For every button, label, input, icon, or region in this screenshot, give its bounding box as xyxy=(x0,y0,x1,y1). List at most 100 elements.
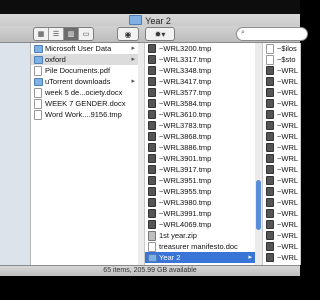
list-item[interactable]: ~$ilos xyxy=(263,43,300,54)
list-item[interactable]: ~WRL3577.tmp xyxy=(145,87,255,98)
list-view-button[interactable]: ☰ xyxy=(49,28,64,40)
list-item[interactable]: ~WRL3955.tmp xyxy=(145,186,255,197)
list-item[interactable]: ~WRL xyxy=(263,131,300,142)
folder-icon xyxy=(34,78,43,86)
list-item[interactable]: Word Work....9156.tmp xyxy=(31,109,138,120)
list-item[interactable]: ~WRL xyxy=(263,65,300,76)
list-item[interactable]: ~$sto xyxy=(263,54,300,65)
list-item-label: ~WRL xyxy=(277,231,299,240)
list-item[interactable]: ~WRL3783.tmp xyxy=(145,120,255,131)
list-item[interactable]: ~WRL3610.tmp xyxy=(145,109,255,120)
list-item[interactable]: ~WRL3951.tmp xyxy=(145,175,255,186)
list-item[interactable]: ~WRL xyxy=(263,164,300,175)
search-icon: ⌕ xyxy=(241,29,245,36)
list-item[interactable]: ~WRL xyxy=(263,208,300,219)
list-item-label: ~WRL xyxy=(277,143,299,152)
list-item[interactable]: ~WRL xyxy=(263,153,300,164)
list-item[interactable]: week 5 de...ociety.docx xyxy=(31,87,138,98)
list-item[interactable]: ~WRL3991.tmp xyxy=(145,208,255,219)
list-item[interactable]: ~WRL3417.tmp xyxy=(145,76,255,87)
list-item[interactable]: uTorrent downloads ▸ xyxy=(31,76,138,87)
list-item[interactable]: WEEK 7 GENDER.docx xyxy=(31,98,138,109)
list-item[interactable]: ~WRL3917.tmp xyxy=(145,164,255,175)
list-item[interactable]: ~WRL3317.tmp xyxy=(145,54,255,65)
search-field[interactable]: ⌕ xyxy=(236,27,308,41)
list-item-label: ~WRL xyxy=(277,154,299,163)
list-item[interactable]: ~WRL xyxy=(263,186,300,197)
column-2[interactable]: ~WRL3200.tmp ~WRL3317.tmp ~WRL3348.tmp ~WRL… xyxy=(145,43,256,265)
list-item[interactable]: ~WRL xyxy=(263,197,300,208)
list-item[interactable]: ~WRL3886.tmp xyxy=(145,142,255,153)
list-item[interactable]: ~WRL3868.tmp xyxy=(145,131,255,142)
doc-icon xyxy=(266,44,274,54)
cover-flow-view-button[interactable]: ▭ xyxy=(79,28,93,40)
column-1[interactable]: Microsoft User Data ▸ oxford ▸ Pile Document… xyxy=(31,43,139,265)
list-item[interactable]: Pile Documents.pdf xyxy=(31,65,138,76)
list-item[interactable]: ~WRL xyxy=(263,175,300,186)
quick-look-button[interactable]: ◉ xyxy=(117,27,139,41)
list-item[interactable]: treasurer manifesto.doc xyxy=(145,241,255,252)
list-item[interactable]: ~WRL xyxy=(263,87,300,98)
list-item[interactable]: ~WRL3980.tmp xyxy=(145,197,255,208)
chevron-right-icon: ▸ xyxy=(248,254,252,261)
list-item-label: oxford xyxy=(45,55,66,64)
list-item[interactable]: ~WRL xyxy=(263,241,300,252)
list-item[interactable]: ~WRL3200.tmp xyxy=(145,43,255,54)
list-item[interactable]: ~WRL xyxy=(263,219,300,230)
eye-icon: ◉ xyxy=(124,29,132,39)
doc-icon xyxy=(34,88,42,98)
finder-window: Year 2 ▦ ☰ ▥ ▭ ◉ ✹▾ ⌕ Microsoft User Dat… xyxy=(0,0,308,300)
list-item-label: ~WRL xyxy=(277,88,299,97)
column-3[interactable]: ~$ilos ~$sto ~WRL ~WRL ~WRL ~WRL ~WRL ~WRL ~WRL ~… xyxy=(263,43,301,265)
list-item[interactable]: ~WRL xyxy=(263,109,300,120)
list-item-label: ~WRL4069.tmp xyxy=(159,220,212,229)
tmp-icon xyxy=(266,209,274,218)
status-bar: 65 items, 205.99 GB available xyxy=(0,265,300,276)
tmp-icon xyxy=(266,66,274,75)
tmp-icon xyxy=(148,198,156,207)
list-item-label: Microsoft User Data xyxy=(45,44,112,53)
doc-icon xyxy=(34,110,42,120)
list-item[interactable]: ~WRL3584.tmp xyxy=(145,98,255,109)
list-item[interactable]: ~WRL xyxy=(263,252,300,263)
tmp-icon xyxy=(148,55,156,64)
list-item[interactable]: Year 2 ▸ xyxy=(145,252,255,263)
list-item[interactable]: ~WRL xyxy=(263,120,300,131)
column-2-scroll-thumb[interactable] xyxy=(256,180,261,230)
tmp-icon xyxy=(148,154,156,163)
list-item[interactable]: Microsoft User Data ▸ xyxy=(31,43,138,54)
window-bottom-edge xyxy=(0,276,300,300)
list-item[interactable]: ~WRL xyxy=(263,98,300,109)
icon-view-button[interactable]: ▦ xyxy=(34,28,49,40)
tmp-icon xyxy=(266,165,274,174)
list-item[interactable]: 1st year.zip xyxy=(145,230,255,241)
tmp-icon xyxy=(266,198,274,207)
tmp-icon xyxy=(266,110,274,119)
toolbar: ▦ ☰ ▥ ▭ ◉ ✹▾ ⌕ xyxy=(0,26,308,43)
doc-icon xyxy=(34,66,42,76)
column-1-resize-handle[interactable] xyxy=(138,43,145,265)
list-item[interactable]: ~WRL xyxy=(263,230,300,241)
tmp-icon xyxy=(266,132,274,141)
window-title: Year 2 xyxy=(0,15,300,26)
list-item[interactable]: ~WRL xyxy=(263,142,300,153)
action-menu-button[interactable]: ✹▾ xyxy=(145,27,175,41)
list-item-label: ~WRL3901.tmp xyxy=(159,154,212,163)
list-item-label: 1st year.zip xyxy=(159,231,197,240)
list-item[interactable]: ~WRL4069.tmp xyxy=(145,219,255,230)
list-item[interactable]: ~WRL3901.tmp xyxy=(145,153,255,164)
folder-icon xyxy=(129,15,143,25)
column-2-scrollbar[interactable] xyxy=(255,43,263,265)
window-title-text: Year 2 xyxy=(145,16,171,26)
tmp-icon xyxy=(148,77,156,86)
tmp-icon xyxy=(148,66,156,75)
folder-icon xyxy=(34,45,43,53)
list-item-label: ~WRL3348.tmp xyxy=(159,66,212,75)
column-view-button[interactable]: ▥ xyxy=(64,28,79,40)
list-item[interactable]: oxford ▸ xyxy=(31,54,138,65)
list-item[interactable]: ~WRL3348.tmp xyxy=(145,65,255,76)
tmp-icon xyxy=(266,143,274,152)
tmp-icon xyxy=(266,231,274,240)
list-item-label: ~WRL3417.tmp xyxy=(159,77,212,86)
list-item[interactable]: ~WRL xyxy=(263,76,300,87)
